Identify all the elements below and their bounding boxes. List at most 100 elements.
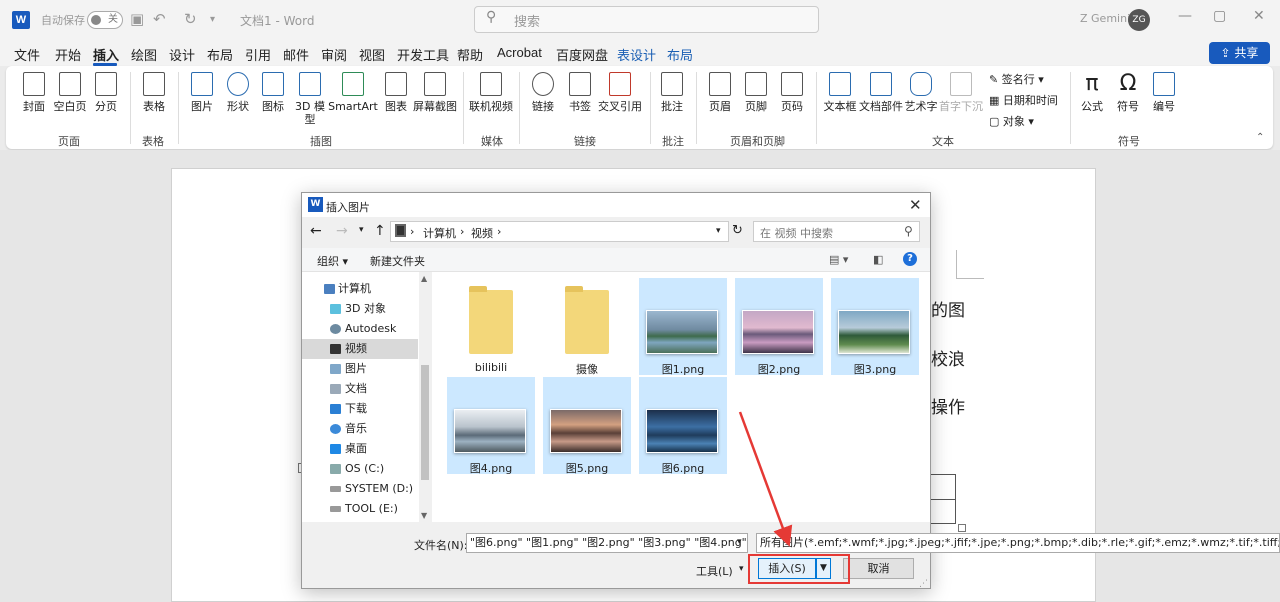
recent-locations-icon[interactable]: ▾ [359,225,364,235]
link-button[interactable]: 链接 [528,72,558,113]
cover-button[interactable]: 封面 [18,72,50,113]
dropcap-button[interactable]: 首字下沉 [938,72,984,113]
nav-item-desktop[interactable]: 桌面 [302,439,418,459]
share-button[interactable]: ⇪ 共享 [1209,42,1270,64]
customize-qat-icon[interactable]: ▾ [210,14,215,25]
redo-icon[interactable]: ↻ [184,10,197,28]
equation-button[interactable]: π 公式 [1076,72,1108,113]
numbering-button[interactable]: 编号 [1148,72,1180,113]
dialog-close-icon[interactable]: ✕ [909,196,922,214]
wordart-button[interactable]: 艺术字 [904,72,938,113]
new-folder-button[interactable]: 新建文件夹 [370,253,425,269]
tab-home[interactable]: 开始 [55,45,81,64]
nav-item-pictures[interactable]: 图片 [302,359,418,379]
symbol-button[interactable]: Ω 符号 [1112,72,1144,113]
file-item-image[interactable]: 图3.png [831,278,919,376]
object-button[interactable]: ▢ 对象 ▾ [989,113,1034,129]
tab-draw[interactable]: 绘图 [131,45,157,64]
smartart-button[interactable]: SmartArt [328,72,378,113]
signature-line-button[interactable]: ✎ 签名行 ▾ [989,71,1044,87]
nav-item-autodesk[interactable]: Autodesk 360 [302,319,418,355]
file-item-image[interactable]: 图4.png [447,377,535,475]
avatar[interactable]: ZG [1128,9,1150,31]
file-item-folder[interactable]: 摄像 [543,278,631,376]
datetime-button[interactable]: ▦ 日期和时间 [989,92,1058,108]
tab-review[interactable]: 审阅 [321,45,347,64]
nav-item-documents[interactable]: 文档 [302,379,418,399]
back-arrow-icon[interactable]: ← [310,223,322,239]
page-break-button[interactable]: 分页 [90,72,122,113]
online-video-button[interactable]: 联机视频 [468,72,514,113]
forward-arrow-icon[interactable]: → [336,223,348,239]
tab-developer[interactable]: 开发工具 [397,45,449,64]
shapes-button[interactable]: 形状 [222,72,254,113]
cancel-button[interactable]: 取消 [843,558,914,579]
textbox-button[interactable]: 文本框 [822,72,858,113]
footer-button[interactable]: 页脚 [740,72,772,113]
screenshot-button[interactable]: 屏幕截图 [412,72,458,113]
restore-icon[interactable]: ▢ [1213,8,1226,24]
minimize-icon[interactable]: — [1178,8,1192,24]
save-icon[interactable]: ▣ [130,10,144,28]
nav-item-music[interactable]: 音乐 [302,419,418,439]
tab-acrobat[interactable]: Acrobat [497,45,542,60]
up-arrow-icon[interactable]: ↑ [374,223,386,239]
tab-table-layout[interactable]: 布局 [667,45,693,64]
table-resize-handle[interactable] [958,524,966,532]
picture-button[interactable]: 图片 [186,72,218,113]
file-item-image[interactable]: 图2.png [735,278,823,376]
file-item-image[interactable]: 图5.png [543,377,631,475]
tab-insert[interactable]: 插入 [93,45,119,64]
file-item-image[interactable]: 图6.png [639,377,727,475]
view-options-icon[interactable]: ▤ ▾ [829,253,848,266]
breadcrumb-computer[interactable]: 计算机 [423,225,456,241]
user-name[interactable]: Z Gemini [1080,12,1130,25]
chart-button[interactable]: 图表 [380,72,412,113]
address-dropdown-icon[interactable]: ▾ [716,226,721,236]
refresh-icon[interactable]: ↻ [732,223,743,238]
blank-page-button[interactable]: 空白页 [52,72,88,113]
3d-model-button[interactable]: 3D 模型 [292,72,328,126]
bookmark-button[interactable]: 书签 [564,72,596,113]
icons-button[interactable]: 图标 [258,72,288,113]
tab-view[interactable]: 视图 [359,45,385,64]
file-item-folder[interactable]: bilibili [447,278,535,375]
nav-item-videos[interactable]: 视频 [302,339,418,359]
nav-item-drive-c[interactable]: OS (C:) [302,459,418,479]
table-button[interactable]: 表格 [138,72,170,113]
tab-references[interactable]: 引用 [245,45,271,64]
tab-help[interactable]: 帮助 [457,45,483,64]
header-button[interactable]: 页眉 [704,72,736,113]
close-window-icon[interactable]: ✕ [1253,8,1265,24]
tab-baidu[interactable]: 百度网盘 [556,45,608,64]
file-item-image[interactable]: 图1.png [639,278,727,376]
cross-ref-button[interactable]: 交叉引用 [598,72,642,113]
scroll-up-icon[interactable]: ▲ [421,274,427,283]
tab-layout[interactable]: 布局 [207,45,233,64]
organize-button[interactable]: 组织 ▾ [317,253,348,269]
tab-mailings[interactable]: 邮件 [283,45,309,64]
nav-item-drive-e[interactable]: TOOL (E:) [302,499,418,519]
nav-scroll-thumb[interactable] [421,365,429,480]
nav-item-downloads[interactable]: 下载 [302,399,418,419]
resize-grip-icon[interactable]: ⋰ [919,579,928,589]
nav-item-3d-objects[interactable]: 3D 对象 [302,299,418,319]
autosave-toggle[interactable]: 关 [87,11,123,29]
preview-pane-icon[interactable]: ◧ [873,253,883,266]
scroll-down-icon[interactable]: ▼ [421,511,427,520]
help-icon[interactable]: ? [903,252,917,266]
breadcrumb-video[interactable]: 视频 [471,225,493,241]
tools-dropdown-icon[interactable]: ▾ [739,564,744,574]
filename-input[interactable]: "图6.png" "图1.png" "图2.png" "图3.png" "图4.… [466,533,748,553]
nav-item-drive-d[interactable]: SYSTEM (D:) [302,479,418,499]
tools-dropdown[interactable]: 工具(L) [696,563,733,579]
tab-design[interactable]: 设计 [169,45,195,64]
collapse-ribbon-icon[interactable]: ⌃ [1256,132,1264,143]
tab-table-design[interactable]: 表设计 [617,45,656,64]
page-number-button[interactable]: 页码 [776,72,808,113]
filetype-select[interactable]: 所有图片(*.emf;*.wmf;*.jpg;*.jpeg;*.jfif;*.j… [756,533,1280,553]
comment-button[interactable]: 批注 [656,72,688,113]
tab-file[interactable]: 文件 [14,45,40,64]
doc-parts-button[interactable]: 文档部件 [858,72,904,113]
nav-item-computer[interactable]: 计算机 [302,279,418,299]
